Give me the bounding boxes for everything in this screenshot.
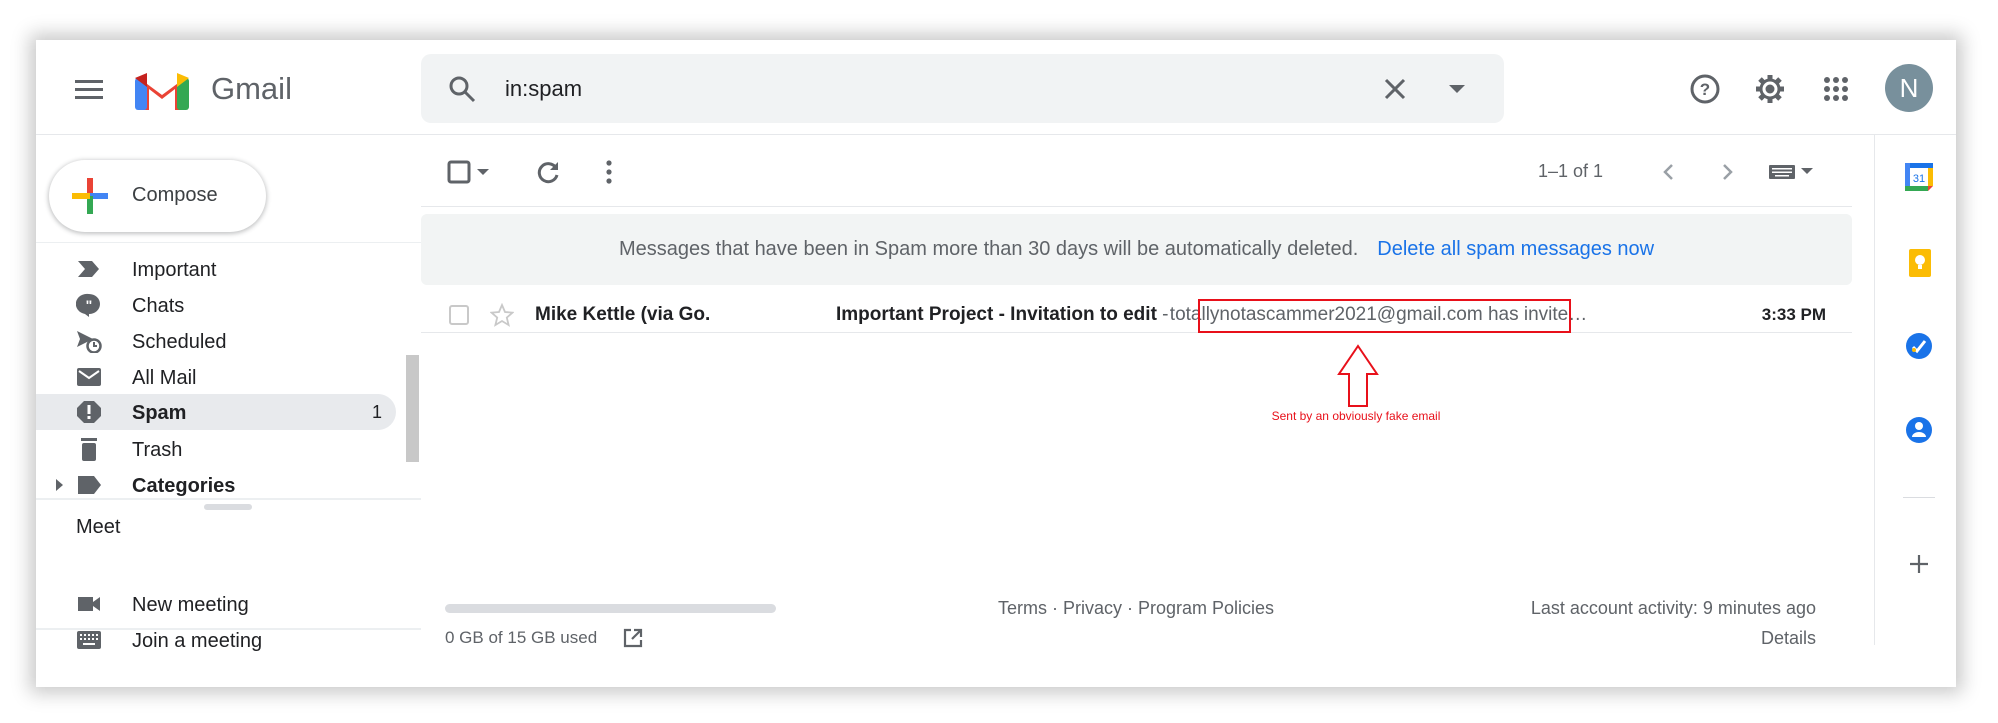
- help-icon[interactable]: ?: [1688, 72, 1722, 106]
- open-in-new-icon[interactable]: [621, 626, 645, 650]
- sidebar-item-trash[interactable]: Trash: [36, 431, 396, 467]
- search-input[interactable]: [505, 54, 1305, 123]
- svg-text:31: 31: [1913, 173, 1925, 185]
- svg-text:?: ?: [1700, 80, 1710, 99]
- compose-label: Compose: [132, 184, 218, 206]
- input-tools-keyboard-icon[interactable]: [1768, 162, 1796, 182]
- header-divider: [36, 134, 1956, 135]
- search-icon[interactable]: [447, 74, 477, 104]
- select-dropdown-icon[interactable]: [476, 166, 490, 178]
- older-chevron-icon[interactable]: [1718, 160, 1738, 184]
- gmail-logo[interactable]: [135, 70, 189, 110]
- mail-icon: [77, 368, 101, 386]
- sidebar-item-all-mail[interactable]: All Mail: [36, 359, 396, 395]
- svg-text:": ": [86, 297, 93, 313]
- storage-text: 0 GB of 15 GB used: [445, 628, 598, 647]
- email-sender: Mike Kettle (via Go.: [535, 304, 711, 325]
- app-name: Gmail: [211, 71, 292, 106]
- details-link[interactable]: Details: [1761, 628, 1816, 649]
- avatar[interactable]: N: [1885, 64, 1933, 112]
- email-subject: Important Project - Invitation to edit: [836, 304, 1157, 325]
- clear-search-icon[interactable]: [1380, 74, 1410, 104]
- sidebar-top-divider: [36, 242, 421, 243]
- sidebar-item-spam[interactable]: Spam 1: [36, 394, 396, 430]
- settings-icon[interactable]: [1753, 72, 1787, 106]
- search-bar[interactable]: [421, 54, 1504, 123]
- apps-icon[interactable]: [1819, 72, 1853, 106]
- annotation-highlight-box: [1198, 299, 1571, 333]
- add-addon-plus-icon[interactable]: [1907, 552, 1931, 576]
- keyboard-icon: [77, 631, 101, 649]
- menu-icon[interactable]: [72, 74, 106, 104]
- star-icon[interactable]: [489, 302, 515, 328]
- email-time: 3:33 PM: [1761, 305, 1826, 324]
- calendar-icon[interactable]: 31: [1905, 163, 1933, 191]
- label-icon: [78, 476, 101, 494]
- compose-button[interactable]: Compose: [49, 160, 266, 232]
- more-options-icon[interactable]: [602, 158, 616, 186]
- sidebar-item-important[interactable]: Important: [36, 251, 396, 287]
- spam-banner: Messages that have been in Spam more tha…: [421, 214, 1852, 285]
- refresh-icon[interactable]: [535, 158, 563, 186]
- meet-title: Meet: [76, 516, 121, 538]
- annotation-arrow-icon: [1337, 344, 1379, 407]
- chats-icon: ": [76, 293, 100, 317]
- contacts-icon[interactable]: [1905, 416, 1933, 444]
- banner-text: Messages that have been in Spam more tha…: [618, 238, 1359, 260]
- email-row[interactable]: Mike Kettle (via Go. Important Project -…: [421, 295, 1852, 333]
- expand-arrow-icon[interactable]: [56, 479, 63, 491]
- scheduled-icon: [77, 331, 102, 353]
- gmail-window: Gmail ? N Compose Important "Chats Sched…: [36, 40, 1956, 687]
- meet-bottom-divider: [36, 628, 421, 630]
- plus-icon: [71, 177, 109, 215]
- spam-icon: [77, 401, 101, 423]
- input-tools-dropdown-icon[interactable]: [1800, 166, 1814, 176]
- meet-divider: [36, 498, 421, 500]
- newer-chevron-icon[interactable]: [1658, 160, 1678, 184]
- search-options-icon[interactable]: [1442, 74, 1472, 104]
- delete-all-spam-link[interactable]: Delete all spam messages now: [1377, 238, 1654, 261]
- tasks-icon[interactable]: [1905, 332, 1933, 360]
- pagination-text: 1–1 of 1: [1538, 161, 1604, 181]
- sidebar-scrollbar[interactable]: [406, 355, 419, 462]
- side-panel-divider: [1874, 135, 1875, 645]
- footer-links[interactable]: Terms · Privacy · Program Policies: [936, 598, 1336, 619]
- important-icon: [78, 261, 99, 277]
- video-icon: [78, 597, 100, 611]
- meet-new-meeting[interactable]: New meeting: [36, 586, 396, 622]
- row-checkbox[interactable]: [447, 303, 471, 327]
- select-checkbox[interactable]: [446, 159, 472, 185]
- avatar-letter: N: [1899, 72, 1919, 103]
- toolbar-divider: [421, 206, 1852, 207]
- keep-icon[interactable]: [1908, 248, 1932, 278]
- storage-bar: [445, 604, 776, 613]
- spam-count: 1: [371, 402, 382, 422]
- sidebar-item-scheduled[interactable]: Scheduled: [36, 323, 396, 359]
- annotation-caption: Sent by an obviously fake email: [1271, 409, 1441, 423]
- account-activity: Last account activity: 9 minutes ago: [1530, 598, 1816, 618]
- resize-handle[interactable]: [204, 504, 252, 510]
- side-panel-separator: [1903, 497, 1935, 498]
- trash-icon: [81, 438, 97, 461]
- sidebar-item-chats[interactable]: " Chats: [36, 287, 396, 323]
